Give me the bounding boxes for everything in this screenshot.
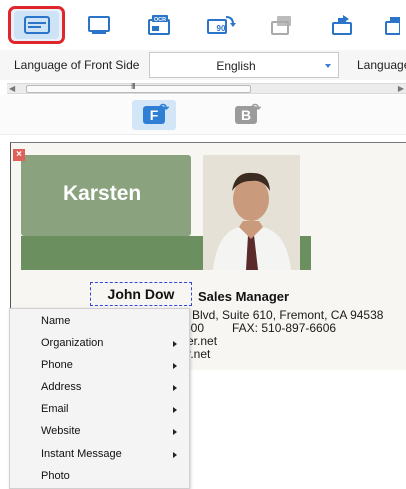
menu-item-email[interactable]: Email: [10, 399, 191, 421]
rotate-button[interactable]: 90: [199, 8, 243, 42]
front-language-label: Language of Front Side: [14, 58, 140, 72]
menu-item-instant-message[interactable]: Instant Message: [10, 444, 191, 466]
ocr-icon: OCR: [147, 14, 173, 36]
front-side-button[interactable]: F ↷: [132, 100, 176, 130]
field-type-context-menu: Name Organization Phone Address Email We…: [9, 308, 190, 489]
scrollbar-thumb[interactable]: III: [26, 82, 251, 93]
card-address: Blvd, Suite 610, Fremont, CA 94538: [192, 308, 384, 322]
submenu-arrow-icon: [173, 452, 177, 458]
card-website-1: er.net: [187, 334, 218, 348]
menu-item-label: Organization: [41, 337, 104, 349]
menu-item-label: Email: [41, 403, 69, 415]
ocr-icon-label: OCR: [154, 17, 166, 23]
toolbar: OCR 90: [0, 0, 406, 50]
submenu-arrow-icon: [173, 429, 177, 435]
card-job-title: Sales Manager: [198, 289, 290, 304]
card-header-name: Karsten: [63, 182, 142, 205]
scroll-left-arrow-icon[interactable]: ◀: [9, 84, 15, 93]
ocr-button[interactable]: OCR: [138, 8, 182, 42]
rotate-arrow-icon: ↷: [158, 101, 169, 115]
front-language-select[interactable]: English: [149, 52, 339, 78]
menu-item-label: Address: [41, 381, 82, 393]
rotate-icon-label: 90: [217, 24, 226, 33]
scroll-right-arrow-icon[interactable]: ▶: [398, 84, 404, 93]
menu-item-website[interactable]: Website: [10, 421, 191, 443]
share-icon: [330, 14, 356, 36]
menu-item-label: Instant Message: [41, 448, 122, 460]
submenu-arrow-icon: [173, 385, 177, 391]
delete-icon: [382, 14, 400, 36]
menu-item-name[interactable]: Name: [10, 311, 191, 333]
rotate-arrow-icon: ↷: [250, 101, 261, 115]
card-view-button[interactable]: [78, 8, 122, 42]
card-portrait-photo: [203, 155, 300, 270]
close-icon[interactable]: ×: [13, 149, 25, 161]
menu-item-organization[interactable]: Organization: [10, 333, 191, 355]
submenu-arrow-icon: [173, 363, 177, 369]
horizontal-scrollbar[interactable]: ◀ III ▶: [7, 82, 406, 94]
rotate-90-icon: 90: [206, 14, 236, 36]
menu-item-label: Website: [41, 425, 81, 437]
scan-card-button[interactable]: [8, 6, 65, 44]
scrollbar-grip: III: [131, 82, 136, 91]
export-button[interactable]: [260, 8, 304, 42]
card-header-band: Karsten: [21, 155, 191, 236]
card-fax: FAX: 510-897-6606: [232, 321, 337, 335]
menu-item-label: Name: [41, 315, 71, 327]
submenu-arrow-icon: [173, 407, 177, 413]
chevron-down-icon: [325, 64, 331, 68]
submenu-arrow-icon: [173, 341, 177, 347]
delete-button[interactable]: [382, 8, 406, 42]
app-window: OCR 90 Language of Front Side English La…: [0, 0, 406, 489]
menu-item-photo[interactable]: Photo: [10, 466, 191, 488]
back-language-label: Language: [357, 58, 406, 72]
card-view-icon: [87, 15, 113, 35]
export-icon: [269, 14, 295, 36]
menu-item-phone[interactable]: Phone: [10, 355, 191, 377]
selected-field-name[interactable]: John Dow: [90, 282, 192, 306]
side-toggle-row: F ↷ B ↷: [0, 95, 406, 135]
card-scan-icon: [23, 16, 50, 34]
front-language-value: English: [216, 59, 256, 73]
menu-item-address[interactable]: Address: [10, 377, 191, 399]
menu-item-label: Photo: [41, 470, 70, 482]
back-side-button[interactable]: B ↷: [224, 100, 268, 130]
menu-item-label: Phone: [41, 359, 73, 371]
share-button[interactable]: [321, 8, 365, 42]
